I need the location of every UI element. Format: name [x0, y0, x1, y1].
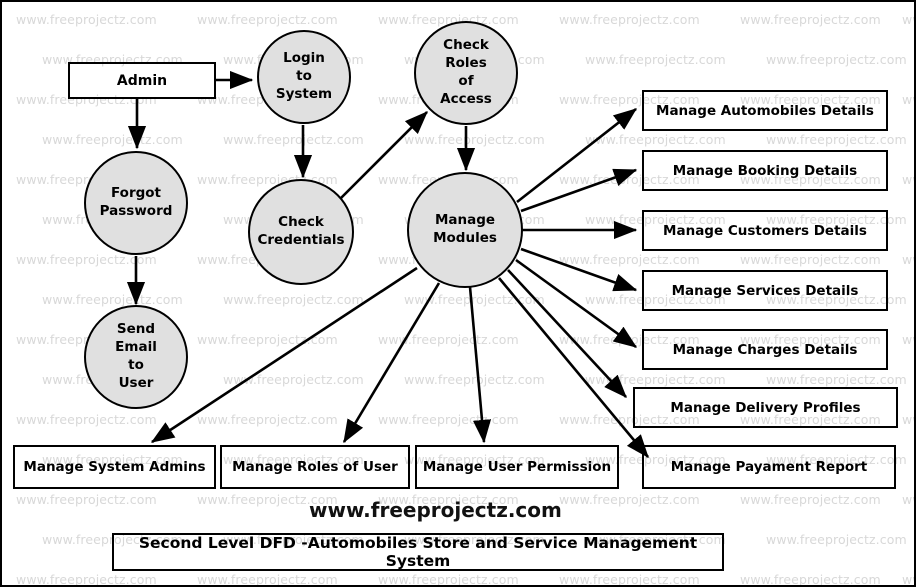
box-manage-booking-details[interactable]: Manage Booking Details: [642, 150, 888, 191]
box-manage-automobiles-details-label: Manage Automobiles Details: [656, 102, 874, 119]
box-manage-system-admins[interactable]: Manage System Admins: [13, 445, 216, 489]
process-check-credentials[interactable]: Check Credentials: [248, 179, 354, 285]
box-manage-system-admins-label: Manage System Admins: [23, 459, 206, 475]
process-forgot-password-label: Forgot Password: [99, 185, 173, 219]
entity-admin[interactable]: Admin: [68, 62, 216, 99]
dfd-canvas: www.freeprojectz.com www.freeprojectz.com…: [0, 0, 916, 587]
box-manage-charges-details[interactable]: Manage Charges Details: [642, 329, 888, 370]
box-manage-charges-details-label: Manage Charges Details: [672, 341, 858, 358]
diagram-title-box: Second Level DFD -Automobiles Store and …: [112, 533, 724, 571]
box-manage-customers-details[interactable]: Manage Customers Details: [642, 210, 888, 251]
box-manage-services-details-label: Manage Services Details: [671, 282, 859, 299]
process-manage-modules[interactable]: Manage Modules: [407, 172, 523, 288]
process-send-email-to-user[interactable]: Send Email to User: [84, 305, 188, 409]
box-manage-delivery-profiles[interactable]: Manage Delivery Profiles: [633, 387, 898, 428]
process-check-roles-of-access-label: Check Roles of Access: [440, 37, 492, 107]
box-manage-delivery-profiles-label: Manage Delivery Profiles: [670, 399, 861, 416]
box-manage-services-details[interactable]: Manage Services Details: [642, 270, 888, 311]
site-heading: www.freeprojectz.com: [309, 498, 562, 522]
box-manage-booking-details-label: Manage Booking Details: [672, 162, 858, 179]
diagram-title-label: Second Level DFD -Automobiles Store and …: [138, 534, 698, 570]
process-forgot-password[interactable]: Forgot Password: [84, 151, 188, 255]
process-manage-modules-label: Manage Modules: [433, 212, 497, 246]
process-check-credentials-label: Check Credentials: [257, 214, 345, 248]
process-send-email-to-user-label: Send Email to User: [115, 321, 157, 391]
box-manage-roles-of-user[interactable]: Manage Roles of User: [220, 445, 410, 489]
entity-admin-label: Admin: [116, 72, 168, 89]
box-manage-user-permission[interactable]: Manage User Permission: [415, 445, 619, 489]
process-check-roles-of-access[interactable]: Check Roles of Access: [414, 21, 518, 125]
box-manage-payment-report-label: Manage Payament Report: [670, 459, 868, 475]
box-manage-customers-details-label: Manage Customers Details: [663, 222, 867, 239]
process-login-to-system[interactable]: Login to System: [257, 30, 351, 124]
process-login-to-system-label: Login to System: [275, 50, 333, 102]
box-manage-automobiles-details[interactable]: Manage Automobiles Details: [642, 90, 888, 131]
box-manage-roles-of-user-label: Manage Roles of User: [232, 459, 398, 475]
box-manage-user-permission-label: Manage User Permission: [422, 459, 612, 475]
box-manage-payment-report[interactable]: Manage Payament Report: [642, 445, 896, 489]
